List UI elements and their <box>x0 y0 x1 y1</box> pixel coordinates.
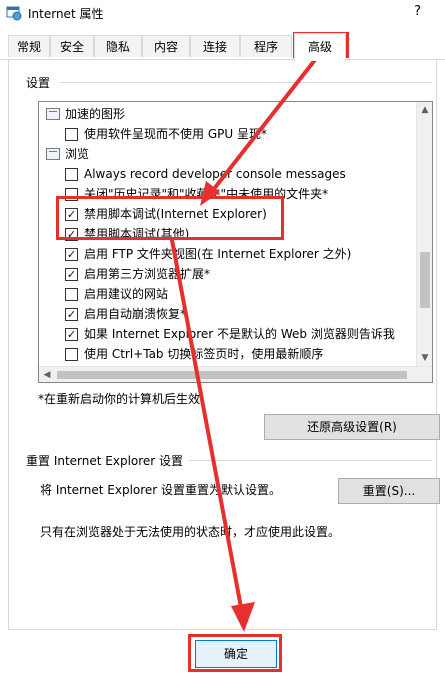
vertical-scroll-thumb[interactable] <box>420 252 430 308</box>
checkbox[interactable] <box>65 228 78 241</box>
folder-icon <box>46 108 60 120</box>
checkbox[interactable] <box>65 188 78 201</box>
checkbox[interactable] <box>65 308 78 321</box>
folder-icon <box>46 148 60 160</box>
checkbox[interactable] <box>65 248 78 261</box>
restore-advanced-button[interactable]: 还原高级设置(R) <box>264 414 440 440</box>
scroll-up-icon[interactable]: ▲ <box>417 102 432 118</box>
checkbox-label: 使用 Ctrl+Tab 切换标签页时，使用最新顺序 <box>84 347 324 361</box>
vertical-scrollbar[interactable]: ▲ ▼ <box>416 102 432 366</box>
category-label: 加速的图形 <box>65 107 126 121</box>
checkbox-label: 关闭"历史记录"和"收藏夹"中未使用的文件夹* <box>84 187 329 201</box>
internet-options-icon <box>6 6 22 21</box>
tab-privacy[interactable]: 隐私 <box>94 35 142 57</box>
tab-general[interactable]: 常规 <box>8 35 50 57</box>
tab-security[interactable]: 安全 <box>50 35 94 57</box>
checkbox-label: 禁用脚本调试(Internet Explorer) <box>84 207 267 221</box>
checkbox[interactable] <box>65 328 78 341</box>
checkbox[interactable] <box>65 128 78 141</box>
scroll-left-icon[interactable]: ◀ <box>39 367 55 382</box>
tab-advanced[interactable]: 高级 <box>294 33 346 61</box>
tab-connections[interactable]: 连接 <box>190 35 240 57</box>
category-label: 浏览 <box>65 147 90 161</box>
settings-group-title: 设置 <box>26 74 57 91</box>
checkbox-label: Always record developer console messages <box>84 167 346 181</box>
checkbox-label: 使用软件呈现而不使用 GPU 呈现* <box>84 127 267 141</box>
help-button[interactable]: ? <box>414 4 421 19</box>
horizontal-scroll-thumb[interactable] <box>57 371 407 379</box>
reset-group-title: 重置 Internet Explorer 设置 <box>26 452 190 469</box>
checkbox[interactable] <box>65 168 78 181</box>
restart-note: *在重新启动你的计算机后生效 <box>38 392 201 406</box>
reset-group-line <box>188 460 432 461</box>
settings-group-line <box>60 82 432 83</box>
checkbox-label: 启用建议的网站 <box>84 287 169 301</box>
checkbox[interactable] <box>65 348 78 361</box>
checkbox[interactable] <box>65 208 78 221</box>
checkbox-label: 如果 Internet Explorer 不是默认的 Web 浏览器则告诉我 <box>84 327 395 341</box>
checkbox[interactable] <box>65 288 78 301</box>
checkbox-label: 启用 FTP 文件夹视图(在 Internet Explorer 之外) <box>84 247 352 261</box>
window-title: Internet 属性 <box>28 6 104 21</box>
horizontal-scrollbar[interactable]: ◀ <box>39 366 432 382</box>
scroll-down-icon[interactable]: ▼ <box>417 350 432 366</box>
reset-warning: 只有在浏览器处于无法使用的状态时，才应使用此设置。 <box>40 525 341 539</box>
reset-description: 将 Internet Explorer 设置重置为默认设置。 <box>40 483 282 497</box>
settings-list[interactable]: 加速的图形 使用软件呈现而不使用 GPU 呈现* 浏览 Always recor… <box>38 101 433 383</box>
tab-strip: 常规 安全 隐私 内容 连接 程序 高级 <box>0 26 445 61</box>
tab-content[interactable]: 内容 <box>142 35 190 57</box>
title-bar: Internet 属性 ? <box>0 0 445 26</box>
tab-programs[interactable]: 程序 <box>240 35 292 57</box>
reset-button[interactable]: 重置(S)... <box>338 478 440 504</box>
checkbox[interactable] <box>65 268 78 281</box>
checkbox-label: 禁用脚本调试(其他) <box>84 227 190 241</box>
ok-button[interactable]: 确定 <box>195 640 277 668</box>
checkbox-label: 启用自动崩溃恢复* <box>84 307 187 321</box>
checkbox-label: 启用第三方浏览器扩展* <box>84 267 211 281</box>
